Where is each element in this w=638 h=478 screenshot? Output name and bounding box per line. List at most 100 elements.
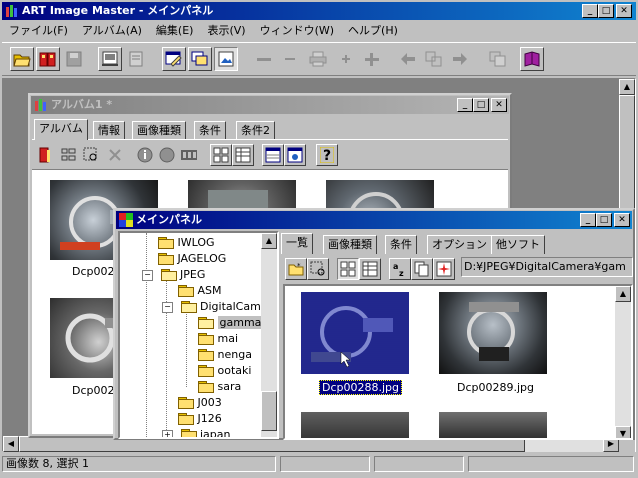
zoom-select-icon[interactable] (307, 258, 329, 280)
scroll-up-button[interactable]: ▲ (261, 233, 277, 249)
album-book-icon[interactable] (34, 144, 56, 166)
help-book-icon[interactable] (520, 47, 544, 71)
sort-az-icon[interactable]: az (389, 258, 411, 280)
delete-x-icon[interactable] (104, 144, 126, 166)
burst-icon[interactable] (433, 258, 455, 280)
menu-album[interactable]: アルバム(A) (75, 21, 149, 40)
tree-item-jagelog[interactable]: JAGELOG (158, 251, 226, 267)
app-title-bar[interactable]: ART Image Master - メインパネル _ □ ✕ (2, 2, 636, 20)
tree-item-nenga[interactable]: nenga (198, 347, 252, 363)
file-thumbnail-view[interactable]: Dcp00288.jpg Dcp00289.jpg ▲ ▼ (283, 284, 633, 440)
properties-icon[interactable] (284, 144, 306, 166)
help-question-icon[interactable]: ? (316, 144, 338, 166)
menu-edit[interactable]: 編集(E) (149, 21, 201, 40)
tree-item-iwlog[interactable]: IWLOG (158, 235, 215, 251)
collapse-icon[interactable]: − (162, 301, 173, 313)
main-panel-maximize-button[interactable]: □ (596, 213, 612, 227)
copy-file-icon[interactable] (411, 258, 433, 280)
window-icon[interactable] (486, 47, 510, 71)
tree-item-j126[interactable]: J126 (178, 411, 222, 427)
tree-item-japan[interactable]: + japan (162, 427, 231, 437)
tree-item-asm[interactable]: ASM (178, 283, 222, 299)
tree-vertical-scrollbar[interactable]: ▲ (261, 233, 277, 437)
collapse-icon[interactable]: − (142, 269, 153, 281)
tree-item-gamma[interactable]: gamma (198, 315, 264, 331)
main-panel-window[interactable]: メインパネル _ □ ✕ IWLOG JAGELOG − JPEG ASM − … (113, 208, 635, 440)
copy-icon[interactable] (422, 47, 446, 71)
album-close-button[interactable]: ✕ (491, 98, 507, 112)
scroll-down-button[interactable]: ▼ (615, 426, 631, 438)
detail-view-icon[interactable] (232, 144, 254, 166)
print-icon[interactable] (306, 47, 330, 71)
info-icon[interactable] (134, 144, 156, 166)
page-icon[interactable] (124, 47, 148, 71)
app-icon (5, 4, 19, 18)
tab-list[interactable]: 一覧 (281, 233, 313, 254)
scroll-thumb[interactable] (261, 391, 277, 431)
tree-item-jpeg[interactable]: − JPEG (142, 267, 205, 283)
file-thumbnail-1[interactable] (301, 292, 409, 374)
menu-view[interactable]: 表示(V) (200, 21, 252, 40)
film-icon[interactable] (178, 144, 200, 166)
menu-bar: ファイル(F) アルバム(A) 編集(E) 表示(V) ウィンドウ(W) ヘルプ… (2, 21, 405, 40)
tab-image-type[interactable]: 画像種類 (323, 235, 377, 254)
open-folder-icon[interactable] (10, 47, 34, 71)
tree-item-digitalcame[interactable]: − DigitalCame (162, 299, 268, 315)
file-thumbnail-4[interactable] (439, 412, 547, 438)
table-view-icon[interactable] (262, 144, 284, 166)
album-maximize-button[interactable]: □ (473, 98, 489, 112)
scroll-up-button[interactable]: ▲ (619, 79, 635, 95)
color-icon[interactable] (156, 144, 178, 166)
image-view-icon[interactable] (214, 47, 238, 71)
album-minimize-button[interactable]: _ (457, 98, 473, 112)
album-title-bar[interactable]: アルバム1 * _ □ ✕ (31, 96, 509, 114)
scroll-up-button[interactable]: ▲ (615, 286, 631, 302)
new-folder-icon[interactable]: * (285, 258, 307, 280)
edit-window-icon[interactable] (162, 47, 186, 71)
file-thumbnail-2[interactable] (439, 292, 547, 374)
grid-view-icon[interactable] (210, 144, 232, 166)
maximize-button[interactable]: □ (598, 4, 614, 18)
plus-icon[interactable] (334, 47, 358, 71)
path-field[interactable]: D:¥JPEG¥DigitalCamera¥gam (461, 257, 633, 277)
plus-icon-2[interactable] (360, 47, 384, 71)
save-disk-icon[interactable] (62, 47, 86, 71)
tree-item-ootaki[interactable]: ootaki (198, 363, 251, 379)
tab-other-software[interactable]: 他ソフト (491, 235, 545, 254)
file-vertical-scrollbar[interactable]: ▲ ▼ (615, 286, 631, 438)
main-panel-close-button[interactable]: ✕ (614, 213, 630, 227)
status-pane-4 (468, 456, 634, 472)
minus-icon[interactable] (252, 47, 276, 71)
forward-arrow-icon[interactable] (448, 47, 472, 71)
tree-item-j003[interactable]: J003 (178, 395, 222, 411)
slideshow-icon[interactable] (188, 47, 212, 71)
back-arrow-icon[interactable] (396, 47, 420, 71)
menu-window[interactable]: ウィンドウ(W) (253, 21, 341, 40)
grid-view-icon[interactable] (337, 258, 359, 280)
tab-condition[interactable]: 条件 (385, 235, 417, 254)
tab-condition[interactable]: 条件 (194, 121, 226, 140)
folder-tree[interactable]: IWLOG JAGELOG − JPEG ASM − DigitalCame g… (118, 231, 279, 439)
main-panel-title-bar[interactable]: メインパネル _ □ ✕ (116, 211, 632, 229)
expand-icon[interactable]: + (162, 429, 173, 437)
minus-icon-2[interactable] (278, 47, 302, 71)
main-panel-minimize-button[interactable]: _ (580, 213, 596, 227)
thumbnail-list-icon[interactable] (58, 144, 80, 166)
album-book-icon[interactable] (36, 47, 60, 71)
tab-album[interactable]: アルバム (34, 119, 88, 140)
tab-options[interactable]: オプション (427, 235, 492, 254)
tab-info[interactable]: 情報 (93, 121, 125, 140)
menu-help[interactable]: ヘルプ(H) (341, 21, 405, 40)
minimize-button[interactable]: _ (582, 4, 598, 18)
tab-condition2[interactable]: 条件2 (236, 121, 275, 140)
detail-view-icon[interactable] (359, 258, 381, 280)
print-preview-icon[interactable] (98, 47, 122, 71)
tree-item-mai[interactable]: mai (198, 331, 238, 347)
tab-image-type[interactable]: 画像種類 (132, 121, 186, 140)
tree-item-sara[interactable]: sara (198, 379, 241, 395)
zoom-select-icon[interactable] (80, 144, 102, 166)
scroll-left-button[interactable]: ◀ (3, 436, 19, 452)
file-thumbnail-3[interactable] (301, 412, 409, 438)
menu-file[interactable]: ファイル(F) (2, 21, 75, 40)
close-button[interactable]: ✕ (616, 4, 632, 18)
